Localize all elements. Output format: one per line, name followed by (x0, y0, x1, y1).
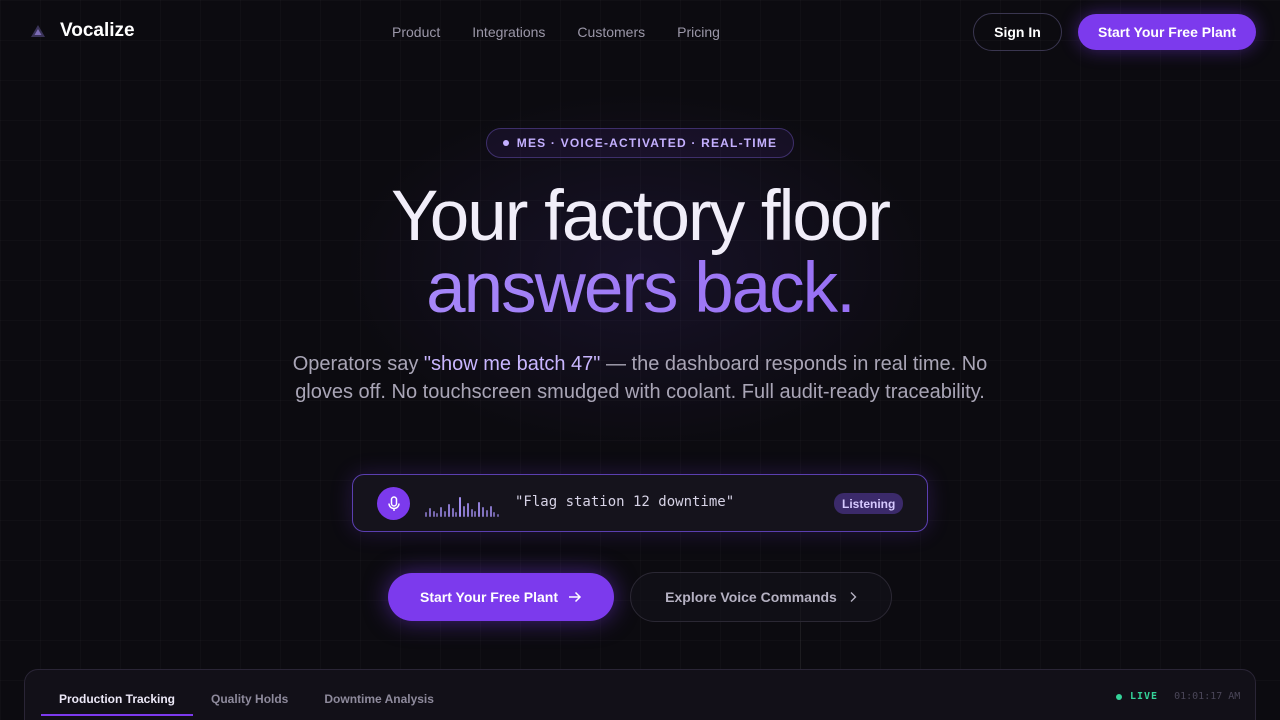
start-free-plant-label: Start Your Free Plant (420, 589, 558, 605)
explore-voice-commands-label: Explore Voice Commands (665, 589, 837, 605)
nav-link-customers[interactable]: Customers (577, 24, 645, 40)
hero-badge: MES · VOICE-ACTIVATED · REAL-TIME (486, 128, 794, 158)
tab-downtime-analysis[interactable]: Downtime Analysis (306, 692, 452, 716)
waveform-bar (425, 512, 427, 517)
waveform-bar (447, 504, 450, 517)
chevron-right-icon (850, 592, 857, 602)
subtext-prefix: Operators say (292, 353, 424, 375)
badge-dot (502, 140, 509, 146)
start-free-plant-button[interactable]: Start Your Free Plant (388, 573, 614, 621)
waveform-bar (482, 507, 484, 517)
brand-name: Vocalize (60, 20, 135, 41)
headline-line-2: answers back. (0, 253, 1280, 325)
live-indicator: LIVE 01:01:17 AM (1116, 691, 1240, 702)
tab-quality-holds[interactable]: Quality Holds (193, 692, 306, 716)
subtext-quote: "show me batch 47" (423, 353, 601, 375)
waveform-bar (455, 512, 458, 517)
waveform-bar (493, 512, 496, 517)
dashboard-tabs: Production Tracking Quality Holds Downti… (41, 692, 452, 716)
waveform-bar (436, 513, 439, 517)
triangle-logo-icon (31, 25, 45, 37)
sign-in-button[interactable]: Sign In (973, 13, 1062, 51)
dashboard-preview-panel: Production Tracking Quality Holds Downti… (24, 669, 1256, 720)
live-dot (1116, 693, 1122, 700)
waveform-bar (489, 506, 492, 517)
hero-headline: Your factory floor answers back. (0, 181, 1280, 325)
live-clock: 01:01:17 AM (1174, 691, 1241, 702)
waveform-bar (428, 508, 431, 517)
waveform-bar (451, 508, 454, 517)
microphone-button[interactable] (377, 487, 410, 520)
voice-command-bar: "Flag station 12 downtime" Listening (352, 474, 928, 532)
waveform-bar (470, 509, 473, 517)
waveform-bar (474, 511, 477, 517)
brand[interactable]: Vocalize (30, 20, 135, 42)
badge-text: MES · VOICE-ACTIVATED · REAL-TIME (516, 136, 778, 150)
headline-line-1: Your factory floor (390, 177, 891, 256)
listening-status-badge: Listening (834, 493, 904, 514)
waveform-bar (463, 506, 465, 517)
hero-subtext: Operators say "show me batch 47" — the d… (290, 350, 990, 406)
waveform-bar (432, 511, 435, 517)
waveform-bar (466, 503, 469, 517)
live-label: LIVE (1130, 691, 1159, 702)
waveform-bar (485, 510, 488, 517)
waveform-bar (444, 511, 446, 517)
waveform-bar (478, 502, 481, 517)
voice-command-text: "Flag station 12 downtime" (515, 494, 735, 510)
waveform-bar (497, 514, 500, 517)
microphone-icon (387, 495, 400, 511)
nav-link-product[interactable]: Product (392, 24, 440, 40)
nav-link-integrations[interactable]: Integrations (472, 24, 545, 40)
nav-link-pricing[interactable]: Pricing (677, 24, 720, 40)
waveform-icon (425, 491, 501, 517)
explore-voice-commands-button[interactable]: Explore Voice Commands (630, 572, 892, 622)
waveform-bar (459, 497, 462, 517)
arrow-right-icon (568, 591, 582, 603)
start-free-plant-nav-button[interactable]: Start Your Free Plant (1078, 14, 1256, 50)
tab-production-tracking[interactable]: Production Tracking (41, 692, 194, 716)
nav-links: Product Integrations Customers Pricing (392, 24, 720, 40)
waveform-bar (440, 507, 443, 517)
top-nav: Vocalize Product Integrations Customers … (0, 0, 1280, 64)
